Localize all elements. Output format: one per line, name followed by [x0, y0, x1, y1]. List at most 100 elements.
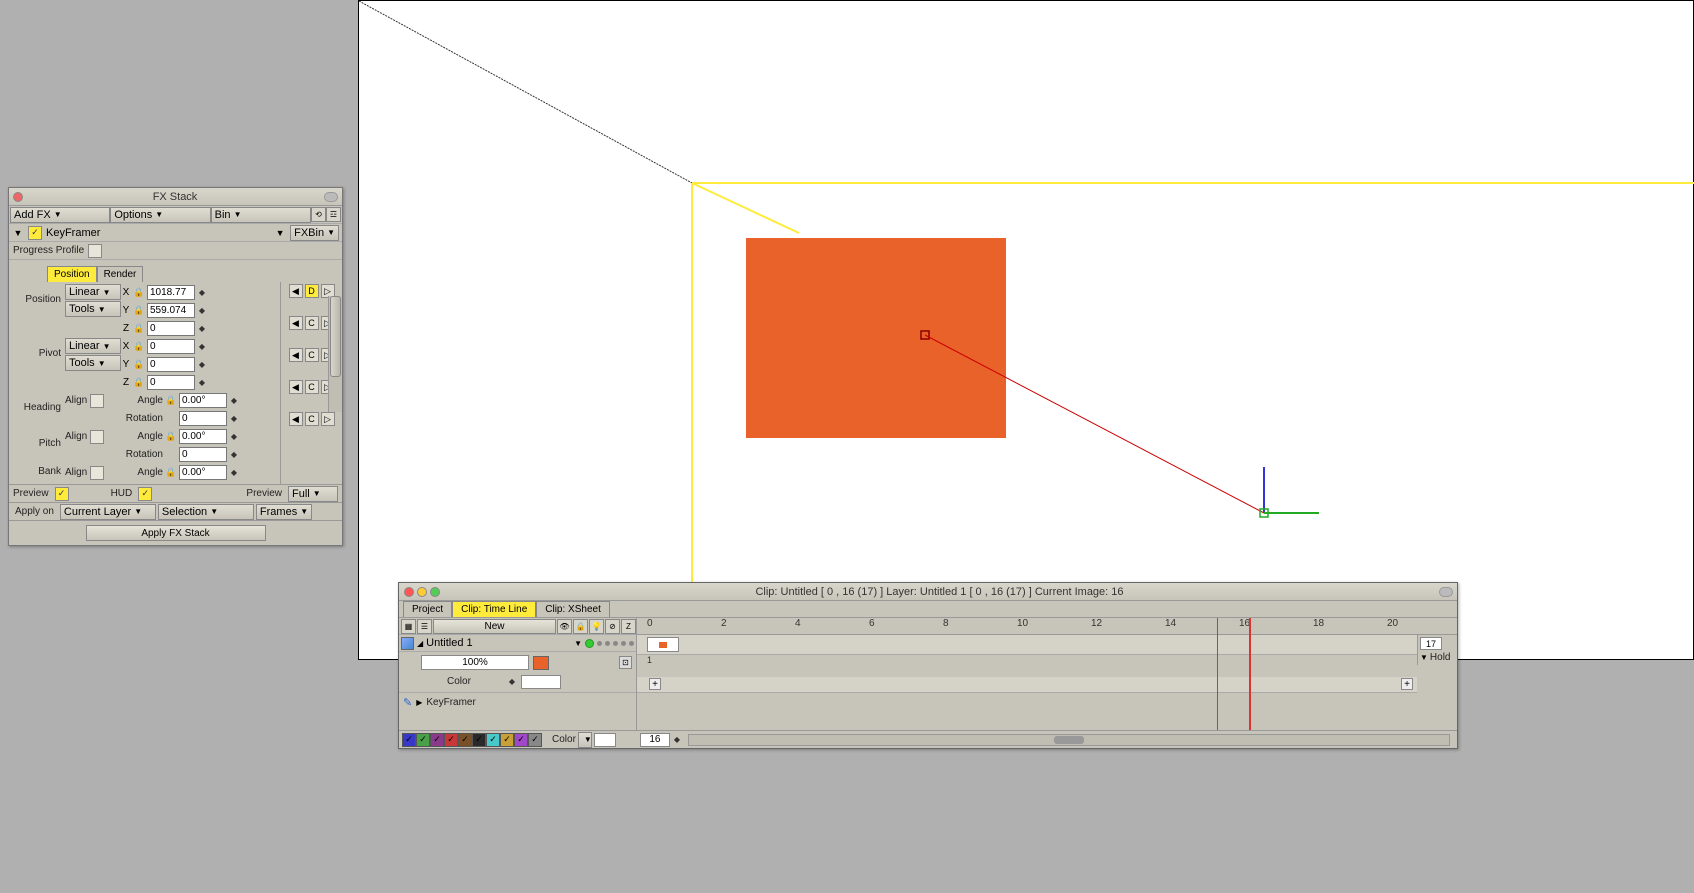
color-swatch[interactable]: ✓	[402, 733, 416, 747]
new-layer-button[interactable]: New	[433, 619, 556, 634]
tab-render[interactable]: Render	[97, 266, 144, 282]
heading-rotation-input[interactable]	[179, 411, 227, 426]
preview-checkbox[interactable]: ✓	[55, 487, 69, 501]
current-color-well[interactable]	[594, 733, 616, 747]
hold-menu-icon[interactable]: ▼	[1420, 653, 1428, 662]
prev-key-button[interactable]: ◀	[289, 380, 303, 394]
d-button[interactable]: D	[305, 284, 319, 298]
spinner-icon[interactable]: ◆	[197, 306, 207, 315]
c-button[interactable]: C	[305, 412, 319, 426]
pivot-tools-dropdown[interactable]: Tools▼	[65, 355, 121, 371]
spinner-icon[interactable]: ◆	[229, 414, 239, 423]
layer-row[interactable]: ◢ Untitled 1 ▼	[399, 635, 636, 652]
prev-key-button[interactable]: ◀	[289, 412, 303, 426]
heading-angle-input[interactable]	[179, 393, 227, 408]
bulb-icon[interactable]: 💡	[589, 619, 604, 634]
close-icon[interactable]	[404, 587, 414, 597]
frame-thumbnail[interactable]	[647, 637, 679, 652]
fxbin-dropdown[interactable]: FXBin▼	[290, 225, 339, 241]
tab-position[interactable]: Position	[47, 266, 97, 282]
lock-icon[interactable]: 🔒	[573, 619, 588, 634]
layer-tool-2[interactable]: ☰	[417, 619, 432, 634]
spinner-icon[interactable]: ◆	[197, 360, 207, 369]
bank-angle-input[interactable]	[179, 465, 227, 480]
pivot-interp-dropdown[interactable]: Linear▼	[65, 338, 121, 354]
keyframer-menu-icon[interactable]: ▼	[274, 228, 286, 238]
spinner-icon[interactable]: ◆	[229, 432, 239, 441]
position-interp-dropdown[interactable]: Linear▼	[65, 284, 121, 300]
color-swatch[interactable]: ✓	[500, 733, 514, 747]
visibility-icon[interactable]: 👁	[557, 619, 572, 634]
fx-tool-button-1[interactable]: ⟲	[311, 207, 326, 222]
tab-xsheet[interactable]: Clip: XSheet	[536, 601, 610, 617]
end-frame-input[interactable]	[1420, 637, 1442, 650]
zoom-icon[interactable]	[430, 587, 440, 597]
spinner-icon[interactable]: ◆	[507, 677, 517, 686]
color-swatch-icon[interactable]	[533, 656, 549, 670]
bin-dropdown[interactable]: Bin▼	[211, 207, 311, 223]
fx-scrollbar[interactable]	[328, 296, 342, 412]
position-x-input[interactable]	[147, 285, 195, 300]
opacity-input[interactable]	[421, 655, 529, 670]
timeline-tracks[interactable]: 02468101214161820 1 + + ▼Hold	[637, 618, 1457, 730]
lock-icon[interactable]: 🔒	[133, 359, 145, 371]
add-key-icon[interactable]: +	[649, 678, 661, 690]
lock-icon[interactable]: 🔒	[133, 323, 145, 335]
pitch-align-checkbox[interactable]	[90, 430, 104, 444]
color-swatch[interactable]: ✓	[430, 733, 444, 747]
prev-key-button[interactable]: ◀	[289, 316, 303, 330]
preview-mode-dropdown[interactable]: Full▼	[288, 486, 338, 502]
resize-grip-icon[interactable]	[324, 192, 338, 202]
bank-align-checkbox[interactable]	[90, 466, 104, 480]
position-tools-dropdown[interactable]: Tools▼	[65, 301, 121, 317]
tab-timeline[interactable]: Clip: Time Line	[452, 601, 536, 617]
keyframer-enable-checkbox[interactable]: ✓	[28, 226, 42, 240]
color-swatch[interactable]: ✓	[444, 733, 458, 747]
apply-frames-dropdown[interactable]: Frames▼	[256, 504, 312, 520]
heading-align-checkbox[interactable]	[90, 394, 104, 408]
settings-icon[interactable]: ⊡	[619, 656, 632, 669]
pitch-angle-input[interactable]	[179, 429, 227, 444]
apply-fx-stack-button[interactable]: Apply FX Stack	[86, 525, 266, 541]
lock-icon[interactable]: 🔒	[133, 287, 145, 299]
lock-icon[interactable]: 🔒	[165, 431, 177, 443]
spinner-icon[interactable]: ◆	[197, 378, 207, 387]
disclosure-icon[interactable]: ▶	[416, 698, 422, 707]
pivot-y-input[interactable]	[147, 357, 195, 372]
add-fx-dropdown[interactable]: Add FX▼	[10, 207, 110, 223]
layer-tool-1[interactable]: ▦	[401, 619, 416, 634]
pitch-rotation-input[interactable]	[179, 447, 227, 462]
c-button[interactable]: C	[305, 380, 319, 394]
spinner-icon[interactable]: ◆	[197, 288, 207, 297]
color-well[interactable]	[521, 675, 561, 689]
timeline-ruler[interactable]: 02468101214161820	[637, 618, 1457, 635]
canvas-viewport[interactable]	[358, 0, 1694, 660]
playhead-start[interactable]	[1217, 618, 1218, 730]
pivot-z-input[interactable]	[147, 375, 195, 390]
z-icon[interactable]: Z	[621, 619, 636, 634]
spinner-icon[interactable]: ◆	[229, 468, 239, 477]
next-key-button[interactable]: ▷	[321, 412, 335, 426]
apply-selection-dropdown[interactable]: Selection▼	[158, 504, 254, 520]
options-dropdown[interactable]: Options▼	[110, 207, 210, 223]
prev-key-button[interactable]: ◀	[289, 348, 303, 362]
color-swatch[interactable]: ✓	[486, 733, 500, 747]
prev-key-button[interactable]: ◀	[289, 284, 303, 298]
pivot-x-input[interactable]	[147, 339, 195, 354]
add-key-icon[interactable]: +	[1401, 678, 1413, 690]
position-z-input[interactable]	[147, 321, 195, 336]
lock-icon[interactable]: 🔒	[133, 341, 145, 353]
color-swatch[interactable]: ✓	[472, 733, 486, 747]
color-swatch[interactable]: ✓	[514, 733, 528, 747]
layer-track[interactable]: 1	[637, 635, 1417, 655]
timeline-titlebar[interactable]: Clip: Untitled [ 0 , 16 (17) ] Layer: Un…	[399, 583, 1457, 601]
pencil-icon[interactable]: ✎	[403, 696, 412, 709]
fx-track[interactable]: + +	[637, 677, 1417, 693]
fx-titlebar[interactable]: FX Stack	[9, 188, 342, 206]
timeline-hscrollbar[interactable]	[688, 734, 1450, 746]
progress-profile-checkbox[interactable]	[88, 244, 102, 258]
tab-project[interactable]: Project	[403, 601, 452, 617]
lock-icon[interactable]: 🔒	[165, 467, 177, 479]
link-icon[interactable]: ⊘	[605, 619, 620, 634]
disclosure-icon[interactable]: ▼	[12, 228, 24, 238]
